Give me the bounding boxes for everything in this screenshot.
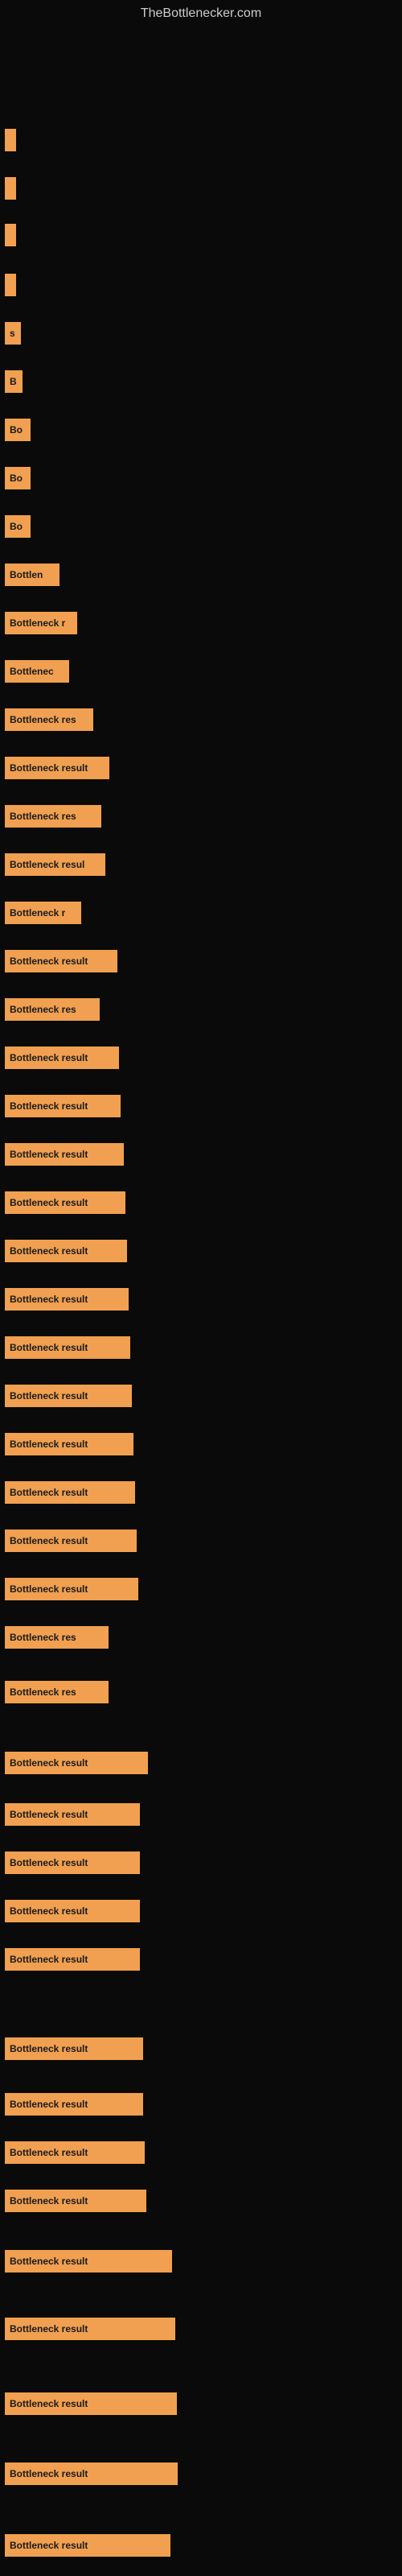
bar-label-9: Bo [10,521,23,532]
bottleneck-bar-29: Bottleneck result [5,1481,135,1504]
bar-label-13: Bottleneck res [10,714,76,725]
bottleneck-bar-41: Bottleneck result [5,2141,145,2164]
bar-label-47: Bottleneck result [10,2540,88,2551]
bottleneck-bar-40: Bottleneck result [5,2093,143,2116]
bottleneck-bar-26: Bottleneck result [5,1336,130,1359]
bar-label-40: Bottleneck result [10,2099,88,2110]
bar-label-38: Bottleneck result [10,1954,88,1965]
bottleneck-bar-19: Bottleneck res [5,998,100,1021]
bar-label-46: Bottleneck result [10,2468,88,2479]
bar-label-10: Bottlen [10,569,43,580]
bottleneck-bar-44: Bottleneck result [5,2318,175,2340]
bar-label-34: Bottleneck result [10,1757,88,1769]
bar-label-23: Bottleneck result [10,1197,88,1208]
bar-label-45: Bottleneck result [10,2398,88,2409]
bar-label-36: Bottleneck result [10,1857,88,1868]
bar-label-25: Bottleneck result [10,1294,88,1305]
bar-label-5: s [10,328,15,339]
bottleneck-bar-34: Bottleneck result [5,1752,148,1774]
bar-label-33: Bottleneck res [10,1686,76,1698]
bar-label-31: Bottleneck result [10,1583,88,1595]
bar-label-11: Bottleneck r [10,617,65,629]
bottleneck-bar-6: B [5,370,23,393]
bar-label-7: Bo [10,424,23,436]
bottleneck-bar-28: Bottleneck result [5,1433,133,1455]
bottleneck-bar-36: Bottleneck result [5,1852,140,1874]
bottleneck-bar-39: Bottleneck result [5,2037,143,2060]
bar-label-12: Bottlenec [10,666,54,677]
bar-label-14: Bottleneck result [10,762,88,774]
bar-label-20: Bottleneck result [10,1052,88,1063]
bottleneck-bar-18: Bottleneck result [5,950,117,972]
bottleneck-bar-43: Bottleneck result [5,2250,172,2273]
bottleneck-bar-17: Bottleneck r [5,902,81,924]
bottleneck-bar-7: Bo [5,419,31,441]
bar-label-41: Bottleneck result [10,2147,88,2158]
bar-label-16: Bottleneck resul [10,859,84,870]
bottleneck-bar-42: Bottleneck result [5,2190,146,2212]
bottleneck-bar-4 [5,274,16,296]
bar-label-29: Bottleneck result [10,1487,88,1498]
bottleneck-bar-32: Bottleneck res [5,1626,109,1649]
bottleneck-bar-38: Bottleneck result [5,1948,140,1971]
bar-label-6: B [10,376,17,387]
bar-label-43: Bottleneck result [10,2256,88,2267]
bar-label-42: Bottleneck result [10,2195,88,2207]
bar-label-19: Bottleneck res [10,1004,76,1015]
bar-label-32: Bottleneck res [10,1632,76,1643]
bottleneck-bar-46: Bottleneck result [5,2462,178,2485]
bottleneck-bar-25: Bottleneck result [5,1288,129,1311]
bottleneck-bar-1 [5,129,16,151]
bottleneck-bar-37: Bottleneck result [5,1900,140,1922]
bottleneck-bar-15: Bottleneck res [5,805,101,828]
bottleneck-bar-2 [5,177,16,200]
bottleneck-bar-23: Bottleneck result [5,1191,125,1214]
bottleneck-bar-12: Bottlenec [5,660,69,683]
bar-label-37: Bottleneck result [10,1905,88,1917]
bar-label-35: Bottleneck result [10,1809,88,1820]
bottleneck-bar-3 [5,224,16,246]
bar-label-44: Bottleneck result [10,2323,88,2334]
bottleneck-bar-33: Bottleneck res [5,1681,109,1703]
bar-label-26: Bottleneck result [10,1342,88,1353]
bottleneck-bar-24: Bottleneck result [5,1240,127,1262]
bottleneck-bar-10: Bottlen [5,564,59,586]
bottleneck-bar-31: Bottleneck result [5,1578,138,1600]
bottleneck-bar-30: Bottleneck result [5,1530,137,1552]
bottleneck-bar-45: Bottleneck result [5,2392,177,2415]
bottleneck-bar-20: Bottleneck result [5,1046,119,1069]
bottleneck-bar-22: Bottleneck result [5,1143,124,1166]
bar-label-30: Bottleneck result [10,1535,88,1546]
bar-label-15: Bottleneck res [10,811,76,822]
bottleneck-bar-35: Bottleneck result [5,1803,140,1826]
bottleneck-bar-9: Bo [5,515,31,538]
bar-label-22: Bottleneck result [10,1149,88,1160]
bar-label-18: Bottleneck result [10,956,88,967]
bar-label-17: Bottleneck r [10,907,65,919]
bottleneck-bar-5: s [5,322,21,345]
bottleneck-bar-11: Bottleneck r [5,612,77,634]
bar-label-24: Bottleneck result [10,1245,88,1257]
bar-label-28: Bottleneck result [10,1439,88,1450]
bar-label-27: Bottleneck result [10,1390,88,1402]
bottleneck-bar-47: Bottleneck result [5,2534,170,2557]
bottleneck-bar-8: Bo [5,467,31,489]
bottleneck-bar-27: Bottleneck result [5,1385,132,1407]
bottleneck-bar-13: Bottleneck res [5,708,93,731]
bar-label-39: Bottleneck result [10,2043,88,2054]
bar-label-21: Bottleneck result [10,1100,88,1112]
bar-label-8: Bo [10,473,23,484]
bottleneck-bar-21: Bottleneck result [5,1095,121,1117]
bottleneck-bar-16: Bottleneck resul [5,853,105,876]
bottleneck-bar-14: Bottleneck result [5,757,109,779]
